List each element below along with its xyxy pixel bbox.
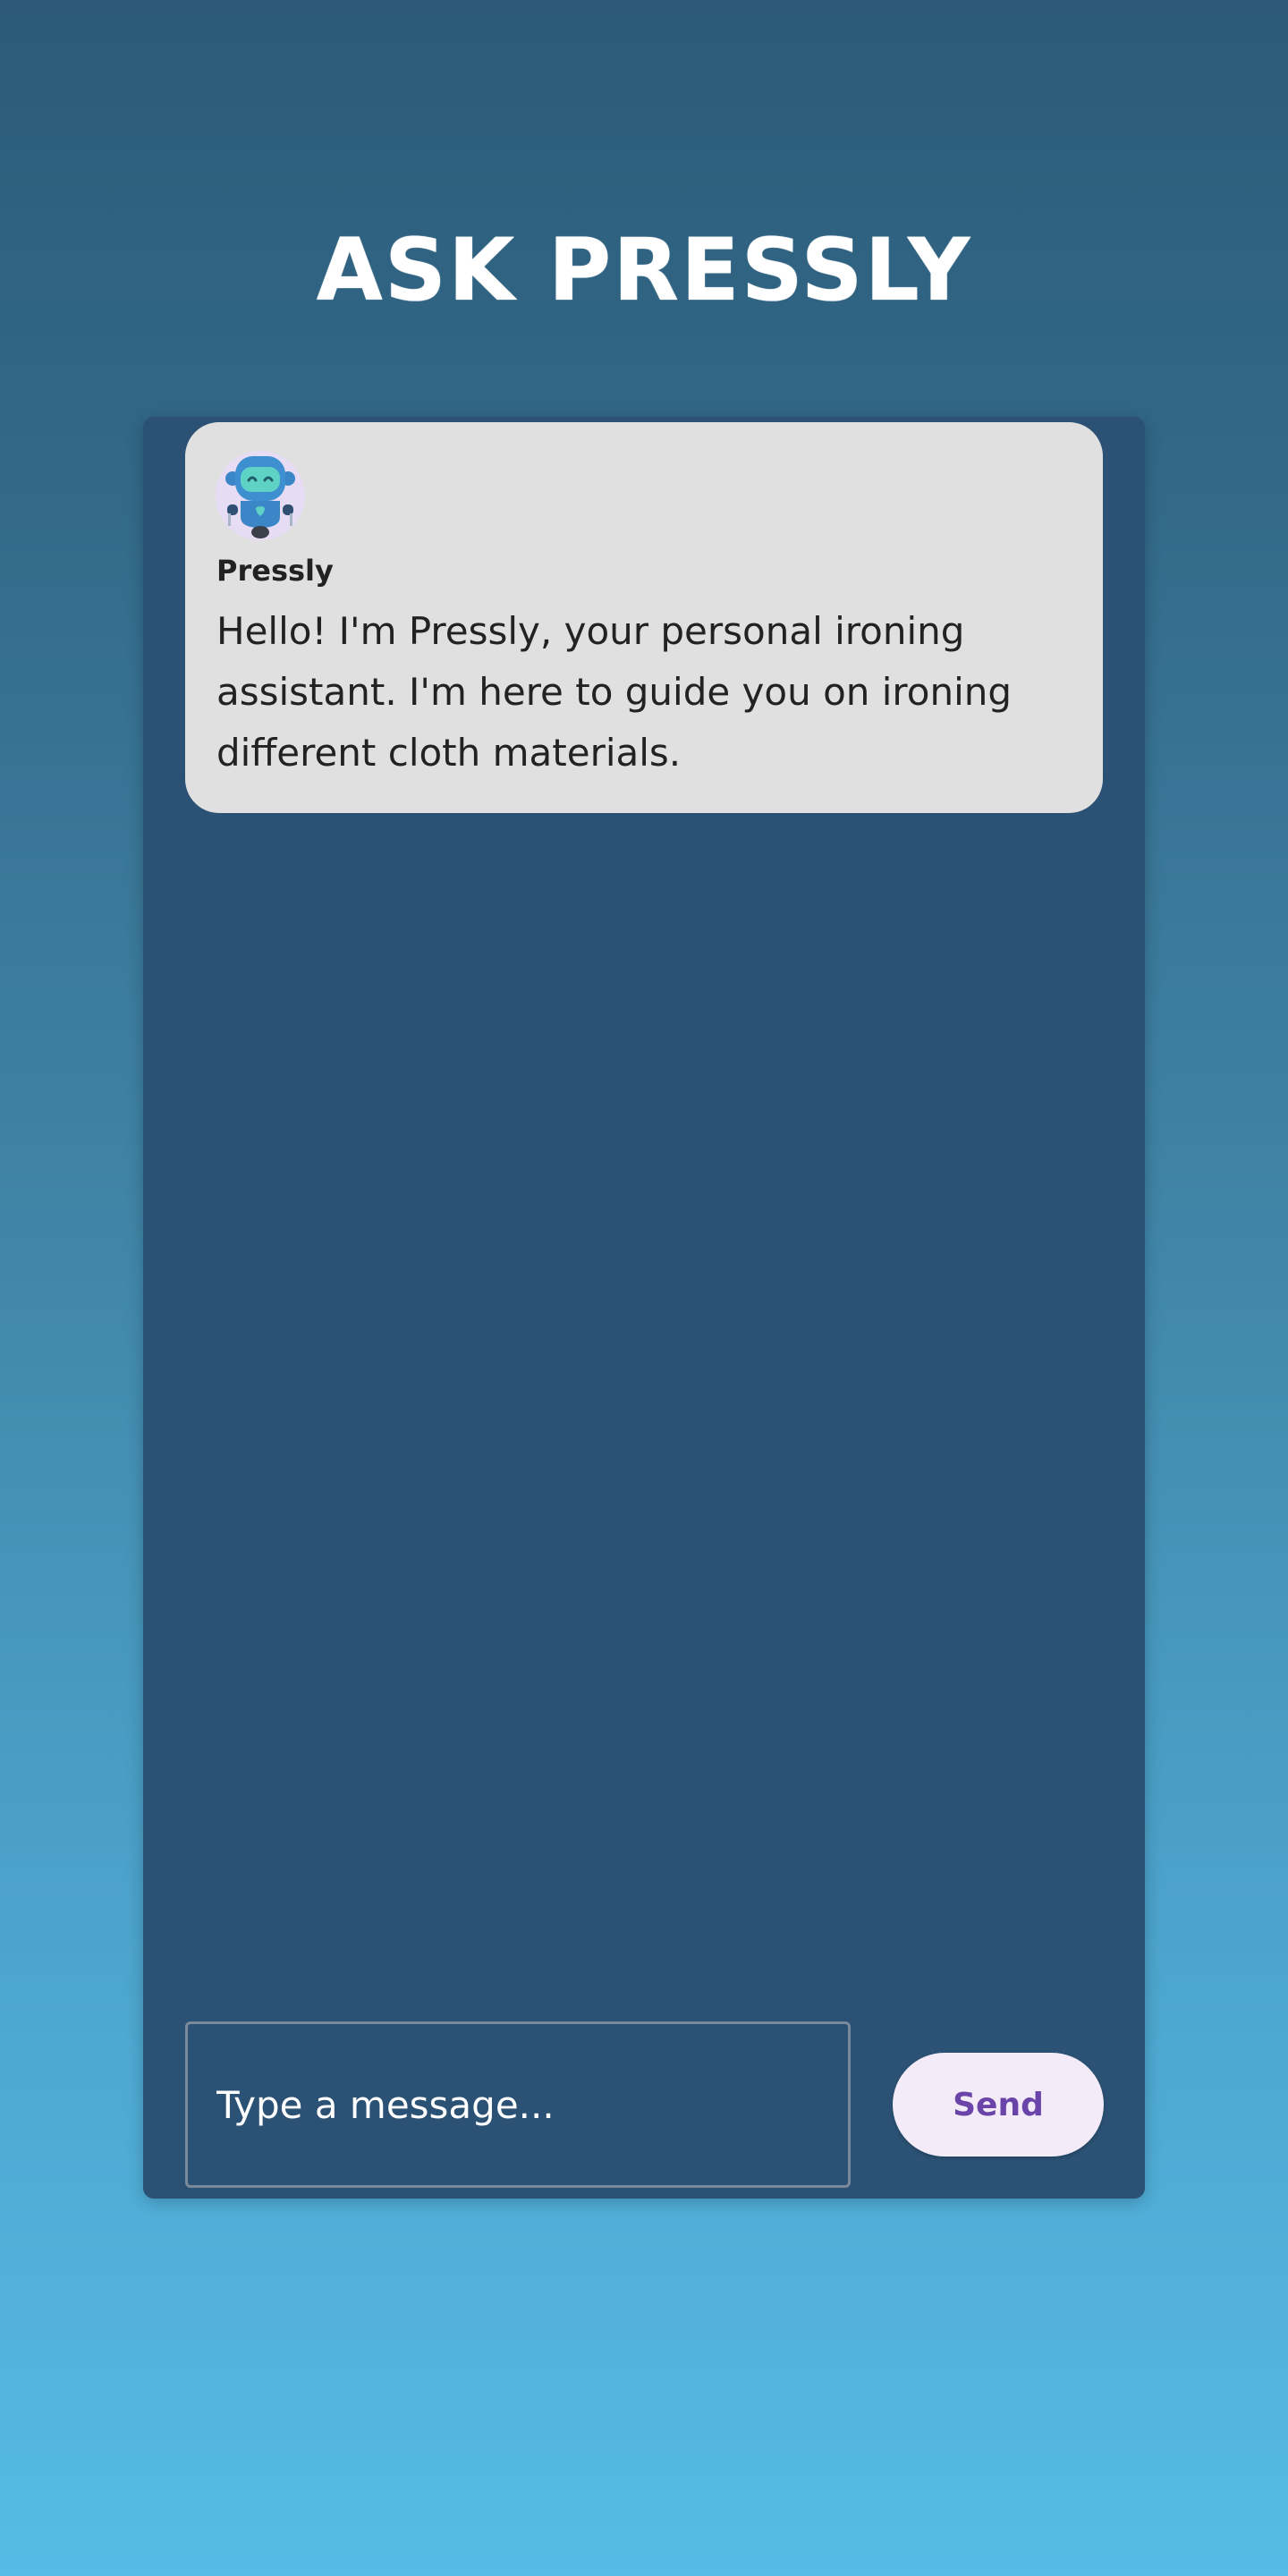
send-button[interactable]: Send: [893, 2053, 1104, 2157]
page-title: ASK PRESSLY: [316, 220, 972, 321]
sender-name: Pressly: [216, 554, 334, 588]
message-input[interactable]: [185, 2021, 851, 2188]
message-text: Hello! I'm Pressly, your personal ironin…: [216, 609, 1013, 775]
robot-icon: [216, 451, 305, 540]
chat-panel: Pressly Hello! I'm Pressly, your persona…: [143, 417, 1145, 2199]
bot-message-bubble: Pressly Hello! I'm Pressly, your persona…: [185, 422, 1103, 813]
